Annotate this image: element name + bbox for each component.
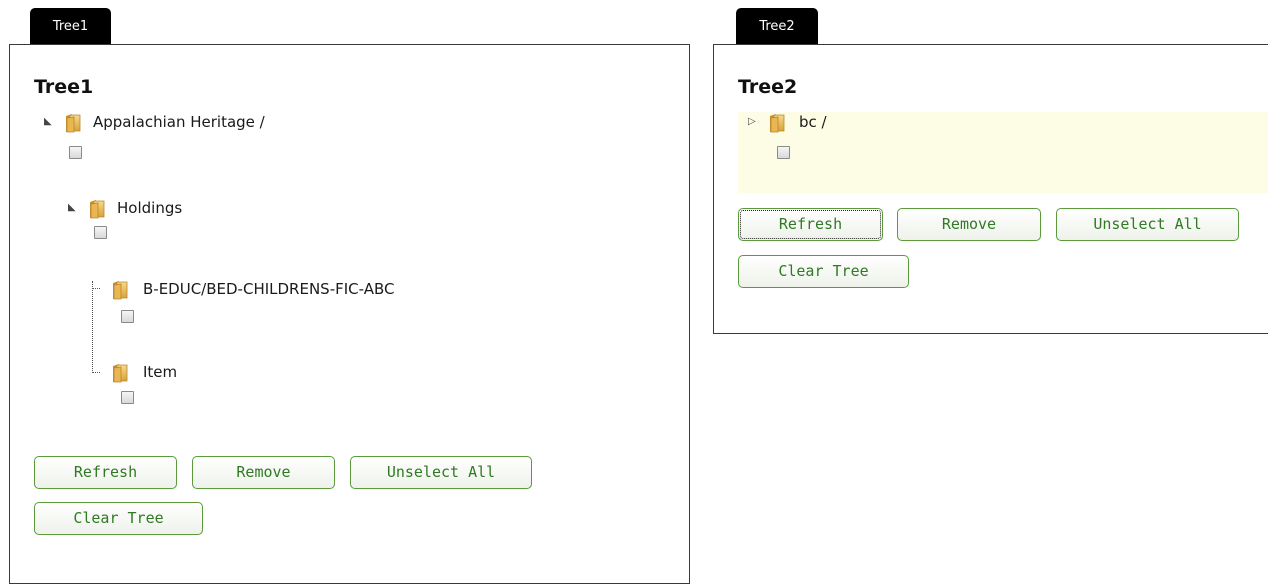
tree2-remove-button[interactable]: Remove [897, 208, 1041, 241]
tree1-title: Tree1 [34, 76, 94, 98]
tree1-node-root-label: Appalachian Heritage / [93, 113, 265, 131]
tree1-node-root[interactable]: ◣ Appalachian Heritage / [44, 113, 344, 135]
collapse-toggle-icon[interactable]: ◣ [44, 116, 58, 128]
tree2-panel: Tree2 ▷ bc / Refresh Remove Unselect All… [713, 44, 1268, 334]
tree1-node-educ-label: B-EDUC/BED-CHILDRENS-FIC-ABC [143, 280, 395, 298]
tree1-clear-tree-button[interactable]: Clear Tree [34, 502, 203, 535]
tree1-node-holdings[interactable]: ◣ Holdings [68, 199, 268, 221]
tab-tree1[interactable]: Tree1 [30, 8, 111, 45]
expand-toggle-icon[interactable]: ▷ [748, 116, 762, 128]
tree1-node-item-label: Item [143, 363, 178, 381]
tree1-node-item-checkbox[interactable] [121, 391, 134, 404]
folder-icon [768, 113, 786, 133]
folder-icon [88, 199, 106, 219]
tree2-node-root-checkbox[interactable] [777, 146, 790, 159]
tree2-title: Tree2 [738, 76, 798, 98]
folder-icon [64, 113, 82, 133]
tree1-remove-button[interactable]: Remove [192, 456, 335, 489]
tree1-panel: Tree1 ◣ Appalachian Heritage / ◣ Holding… [9, 44, 690, 584]
folder-icon [111, 363, 129, 383]
tree2-refresh-button[interactable]: Refresh [738, 208, 883, 241]
tree2-node-root[interactable]: ▷ bc / [748, 113, 948, 135]
tree1-node-holdings-label: Holdings [117, 199, 183, 217]
tree2-node-root-label: bc / [799, 113, 827, 131]
tree1-refresh-button[interactable]: Refresh [34, 456, 177, 489]
collapse-toggle-icon[interactable]: ◣ [68, 202, 82, 214]
folder-icon [111, 280, 129, 300]
tree2-unselect-all-button[interactable]: Unselect All [1056, 208, 1239, 241]
tab-tree2[interactable]: Tree2 [736, 8, 818, 45]
tree1-node-holdings-checkbox[interactable] [94, 226, 107, 239]
tree1-node-item[interactable]: Item [92, 363, 292, 385]
tree1-node-educ[interactable]: B-EDUC/BED-CHILDRENS-FIC-ABC [92, 280, 492, 302]
tree1-node-educ-checkbox[interactable] [121, 310, 134, 323]
tree1-node-root-checkbox[interactable] [69, 146, 82, 159]
tree1-unselect-all-button[interactable]: Unselect All [350, 456, 532, 489]
tree2-clear-tree-button[interactable]: Clear Tree [738, 255, 909, 288]
